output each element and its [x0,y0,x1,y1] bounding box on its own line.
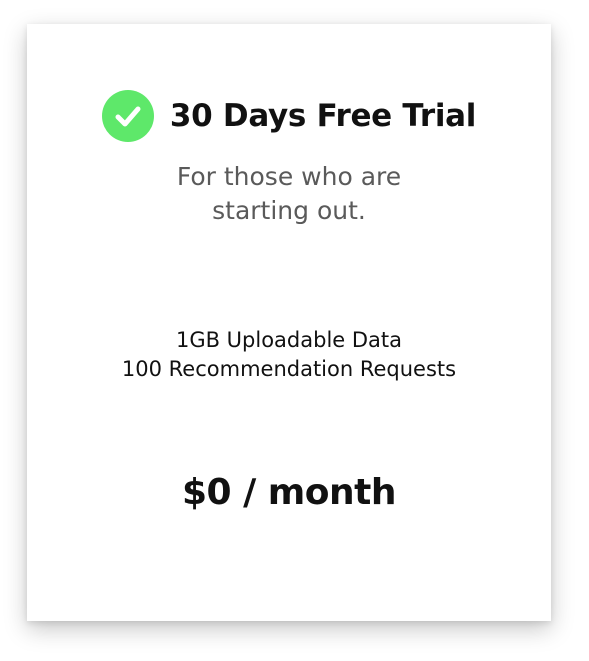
feature-item: 1GB Uploadable Data [175,328,403,352]
plan-subtitle-line: starting out. [212,196,366,225]
feature-item: 100 Recommendation Requests [121,357,457,381]
plan-subtitle-line: For those who are [176,162,402,191]
plan-subtitle: For those who are starting out. [27,160,551,228]
plan-price: $0 / month [181,472,397,513]
plan-header: 30 Days Free Trial [27,90,551,142]
check-circle-icon [101,90,154,142]
plan-title: 30 Days Free Trial [169,98,477,134]
pricing-card: 30 Days Free Trial For those who are sta… [27,24,551,621]
plan-features: 1GB Uploadable Data 100 Recommendation R… [27,326,551,384]
